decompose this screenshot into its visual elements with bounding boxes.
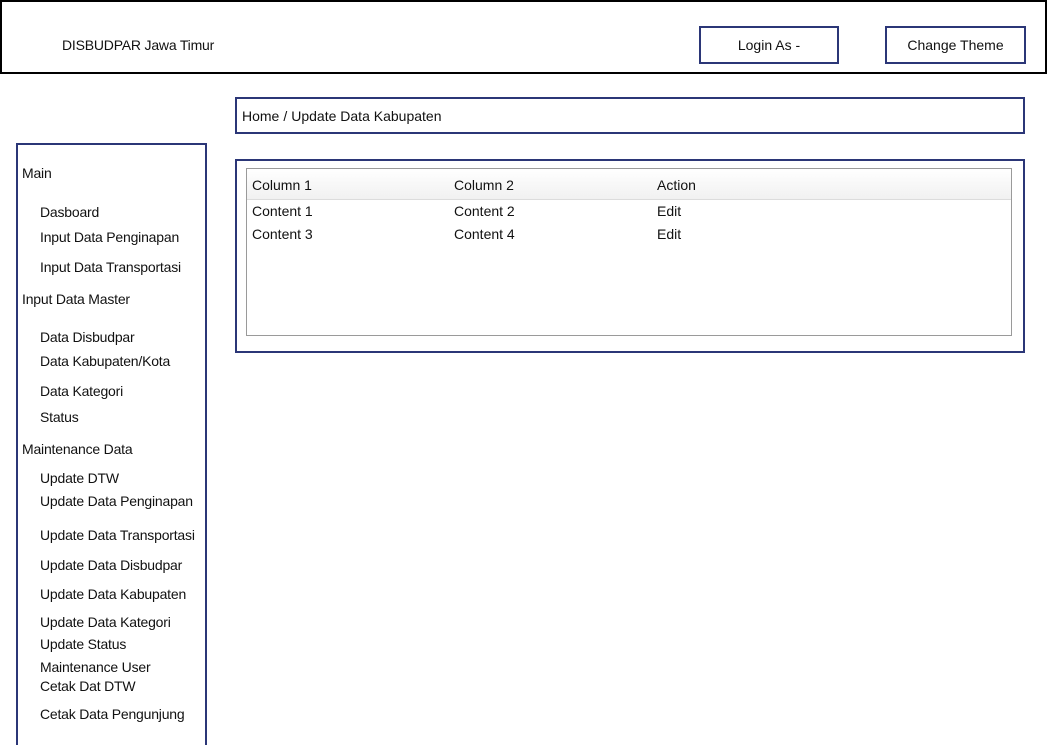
- table-cell: Content 3: [252, 226, 313, 242]
- sidebar-item-dasboard[interactable]: Dasboard: [40, 204, 99, 220]
- sidebar-item-data-kabupaten-kota[interactable]: Data Kabupaten/Kota: [40, 353, 170, 369]
- sidebar-item-maintenance-user[interactable]: Maintenance User: [40, 659, 151, 675]
- table-cell: Content 4: [454, 226, 515, 242]
- column-header-action[interactable]: Action: [657, 177, 696, 193]
- breadcrumb-current: Update Data Kabupaten: [291, 107, 442, 124]
- data-table: Column 1 Column 2 Action Content 1 Conte…: [246, 168, 1012, 336]
- brand-title: DISBUDPAR Jawa Timur: [62, 37, 215, 53]
- sidebar-item-update-data-penginapan[interactable]: Update Data Penginapan: [40, 493, 193, 509]
- edit-link[interactable]: Edit: [657, 226, 681, 242]
- login-as-button[interactable]: Login As -: [699, 26, 839, 64]
- sidebar-item-data-disbudpar[interactable]: Data Disbudpar: [40, 329, 135, 345]
- page: DISBUDPAR Jawa Timur Login As - Change T…: [0, 0, 1059, 745]
- sidebar-item-input-data-penginapan[interactable]: Input Data Penginapan: [40, 229, 179, 245]
- sidebar-item-input-data-transportasi[interactable]: Input Data Transportasi: [40, 259, 181, 275]
- sidebar-item-status[interactable]: Status: [40, 409, 79, 425]
- column-header-2[interactable]: Column 2: [454, 177, 514, 193]
- sidebar-section-input-data-master: Input Data Master: [22, 291, 130, 307]
- breadcrumb-home-link[interactable]: Home: [242, 108, 279, 124]
- change-theme-button[interactable]: Change Theme: [885, 26, 1026, 64]
- table-cell: Content 2: [454, 203, 515, 219]
- table-header: [247, 169, 1011, 200]
- breadcrumb-separator: /: [283, 107, 288, 124]
- content-panel: Column 1 Column 2 Action Content 1 Conte…: [235, 159, 1025, 353]
- sidebar-item-cetak-data-pengunjung[interactable]: Cetak Data Pengunjung: [40, 706, 185, 722]
- column-header-1[interactable]: Column 1: [252, 177, 312, 193]
- edit-link[interactable]: Edit: [657, 203, 681, 219]
- sidebar-item-cetak-dat-dtw[interactable]: Cetak Dat DTW: [40, 678, 136, 694]
- sidebar-item-data-kategori[interactable]: Data Kategori: [40, 383, 123, 399]
- sidebar-item-update-dtw[interactable]: Update DTW: [40, 470, 119, 486]
- sidebar-item-update-data-transportasi[interactable]: Update Data Transportasi: [40, 527, 195, 543]
- breadcrumb: Home / Update Data Kabupaten: [235, 97, 1025, 134]
- sidebar-item-update-status[interactable]: Update Status: [40, 636, 126, 652]
- top-header: DISBUDPAR Jawa Timur Login As - Change T…: [0, 0, 1047, 74]
- sidebar-item-update-data-kabupaten[interactable]: Update Data Kabupaten: [40, 586, 186, 602]
- sidebar-section-maintenance-data: Maintenance Data: [22, 441, 133, 457]
- sidebar-item-update-data-kategori[interactable]: Update Data Kategori: [40, 614, 171, 630]
- sidebar: Main Dasboard Input Data Penginapan Inpu…: [16, 143, 207, 745]
- sidebar-item-update-data-disbudpar[interactable]: Update Data Disbudpar: [40, 557, 182, 573]
- sidebar-section-main: Main: [22, 165, 52, 181]
- table-cell: Content 1: [252, 203, 313, 219]
